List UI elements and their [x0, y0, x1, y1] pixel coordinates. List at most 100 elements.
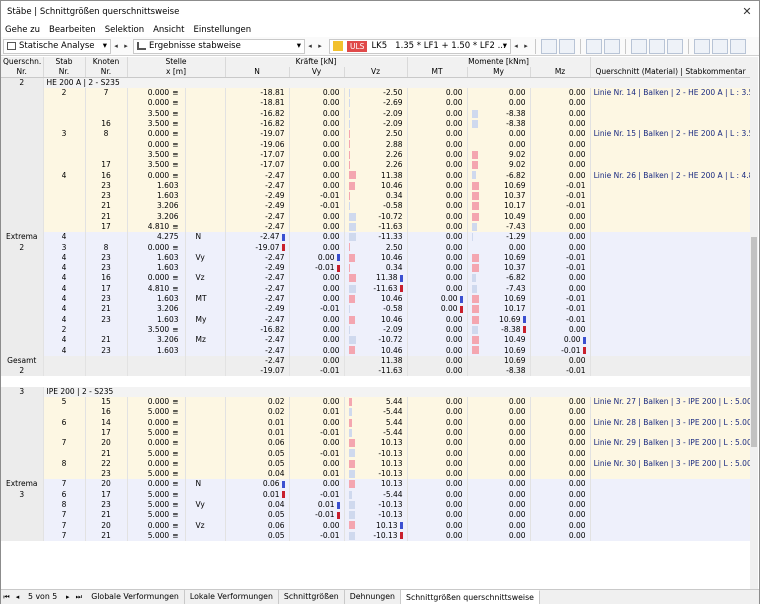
- value-my: 10.37: [504, 263, 526, 273]
- close-icon[interactable]: ✕: [739, 4, 755, 20]
- table-columns-icon[interactable]: [649, 38, 665, 54]
- select-icon[interactable]: [541, 38, 557, 54]
- tab-internal-forces-by-section[interactable]: Schnittgrößen querschnittsweise: [401, 590, 540, 604]
- value-n-cell: 0.02: [225, 407, 290, 418]
- select-window-icon[interactable]: [559, 38, 575, 54]
- table-cell-empty: [85, 376, 127, 387]
- value-mz: 0.00: [568, 530, 586, 540]
- node-equal-icon: ≡: [172, 139, 179, 149]
- section-number-cell: [1, 304, 44, 315]
- tab-global-deformations[interactable]: Globale Verformungen: [86, 590, 185, 604]
- prev-page-icon[interactable]: ◂: [12, 593, 23, 601]
- section-group-label: HE 200 A | 2 - S235: [43, 77, 751, 88]
- menu-settings[interactable]: Einstellungen: [194, 25, 252, 35]
- analysis-select[interactable]: Statische Analyse ▾: [3, 38, 111, 54]
- value-my: 10.69: [504, 345, 526, 355]
- header-vz: Vz: [344, 67, 408, 78]
- next-arrow-icon[interactable]: ▸: [315, 39, 325, 54]
- value-vy: -0.01: [320, 201, 340, 211]
- chart-icon[interactable]: [694, 38, 710, 54]
- node-equal-icon: ≡: [172, 149, 179, 159]
- menu-goto[interactable]: Gehe zu: [5, 25, 40, 35]
- tab-local-deformations[interactable]: Lokale Verformungen: [185, 590, 279, 604]
- values-icon[interactable]: [604, 38, 620, 54]
- value-vz-cell: 10.46: [344, 180, 408, 191]
- value-vy: 0.00: [322, 232, 340, 242]
- value-vz-cell: -5.44: [344, 427, 408, 439]
- menu-view[interactable]: Ansicht: [153, 25, 184, 35]
- value-mt: 0.00: [445, 489, 463, 499]
- value-my: -1.29: [506, 232, 526, 242]
- next-arrow-icon[interactable]: ▸: [121, 39, 131, 54]
- value-mt: 0.00: [445, 139, 463, 149]
- value-mt: 0.00: [445, 170, 463, 180]
- export-icon[interactable]: [712, 38, 728, 54]
- last-page-icon[interactable]: ⏭: [73, 593, 84, 602]
- location-x-value: 5.000: [147, 500, 170, 510]
- table-icon[interactable]: [631, 38, 647, 54]
- scrollbar-thumb[interactable]: [751, 237, 757, 447]
- view-icon[interactable]: [586, 38, 602, 54]
- value-mz: 0.00: [568, 448, 586, 458]
- value-vz: -10.72: [378, 335, 403, 345]
- prev-arrow-icon[interactable]: ◂: [511, 39, 521, 54]
- value-vz-cell: -11.63: [344, 283, 408, 294]
- value-mt-cell: 0.00: [407, 427, 468, 439]
- menu-selection[interactable]: Selektion: [105, 25, 144, 35]
- extreme-type-label: [185, 211, 226, 222]
- value-vy-cell: 0.00: [289, 108, 345, 119]
- member-number-cell: 8: [43, 458, 86, 469]
- value-mt-cell: 0.00: [407, 170, 468, 181]
- filter-icon[interactable]: [730, 38, 746, 54]
- value-vy-cell: 0.01: [289, 407, 345, 418]
- value-vy: 0.00: [322, 160, 340, 170]
- loadcase-select[interactable]: ULS LK5 1.35 * LF1 + 1.50 * LF2 ... ▾: [329, 38, 511, 54]
- location-x-value: 0.000: [147, 88, 170, 98]
- vertical-scrollbar[interactable]: [750, 57, 758, 589]
- value-mt-cell: 0.00: [407, 201, 468, 212]
- value-mt-cell: 0.00: [407, 149, 468, 161]
- table-row: 3.500 ≡ -16.82 0.00 -2.09 0.00 -8.38 0.00: [1, 108, 751, 119]
- value-vy: 0.00: [322, 242, 340, 252]
- prev-arrow-icon[interactable]: ◂: [111, 39, 121, 54]
- value-vz-cell: -10.72: [344, 211, 408, 222]
- value-my: 0.00: [508, 500, 526, 510]
- value-vz-cell: 10.13: [344, 458, 408, 469]
- next-arrow-icon[interactable]: ▸: [521, 39, 531, 54]
- value-my-cell: 0.00: [467, 139, 531, 150]
- table-rows-icon[interactable]: [667, 38, 683, 54]
- value-my-cell: -8.38: [467, 366, 531, 377]
- min-marker-icon: [522, 326, 526, 334]
- value-bar: [471, 222, 477, 231]
- value-vz-cell: 10.46: [344, 314, 408, 325]
- member-number-cell: [43, 407, 86, 418]
- tab-strains[interactable]: Dehnungen: [345, 590, 401, 604]
- extreme-type-label: [185, 458, 226, 469]
- table-row: 3 8 0.000 ≡ -19.07 0.00 2.50 0.00 0.00 0.00 Linie …: [1, 129, 751, 140]
- next-page-icon[interactable]: ▸: [62, 593, 73, 601]
- table-row: 4 16 0.000 ≡ -2.47 0.00 11.38 0.00 -6.82 0.00 Lini…: [1, 170, 751, 181]
- first-page-icon[interactable]: ⏮: [1, 593, 12, 602]
- value-mz: 0.00: [568, 242, 586, 252]
- value-mt-cell: 0.00: [407, 190, 468, 202]
- max-marker-icon: [522, 316, 526, 324]
- menu-edit[interactable]: Bearbeiten: [49, 25, 96, 35]
- extreme-type-label: Mz: [185, 335, 226, 346]
- value-vy: 0.00: [322, 88, 340, 98]
- location-x-value: 4.810: [147, 222, 170, 231]
- results-select[interactable]: Ergebnisse stabweise ▾: [133, 38, 305, 54]
- location-x-value: 3.500: [147, 108, 170, 118]
- header-kraefte: Kräfte [kN]: [225, 57, 408, 67]
- tab-internal-forces[interactable]: Schnittgrößen: [279, 590, 345, 604]
- extreme-type-label: [185, 324, 226, 336]
- value-mz: 0.00: [568, 88, 586, 98]
- value-my: 0.00: [508, 510, 526, 520]
- value-vz: 10.46: [381, 294, 403, 304]
- value-vy: -0.01: [320, 489, 340, 499]
- value-bar: [348, 531, 356, 540]
- value-my-cell: 10.69: [467, 252, 531, 264]
- value-my: 0.00: [508, 88, 526, 98]
- results-icon: [137, 42, 146, 50]
- node-equal-icon: ≡: [172, 489, 179, 499]
- prev-arrow-icon[interactable]: ◂: [305, 39, 315, 54]
